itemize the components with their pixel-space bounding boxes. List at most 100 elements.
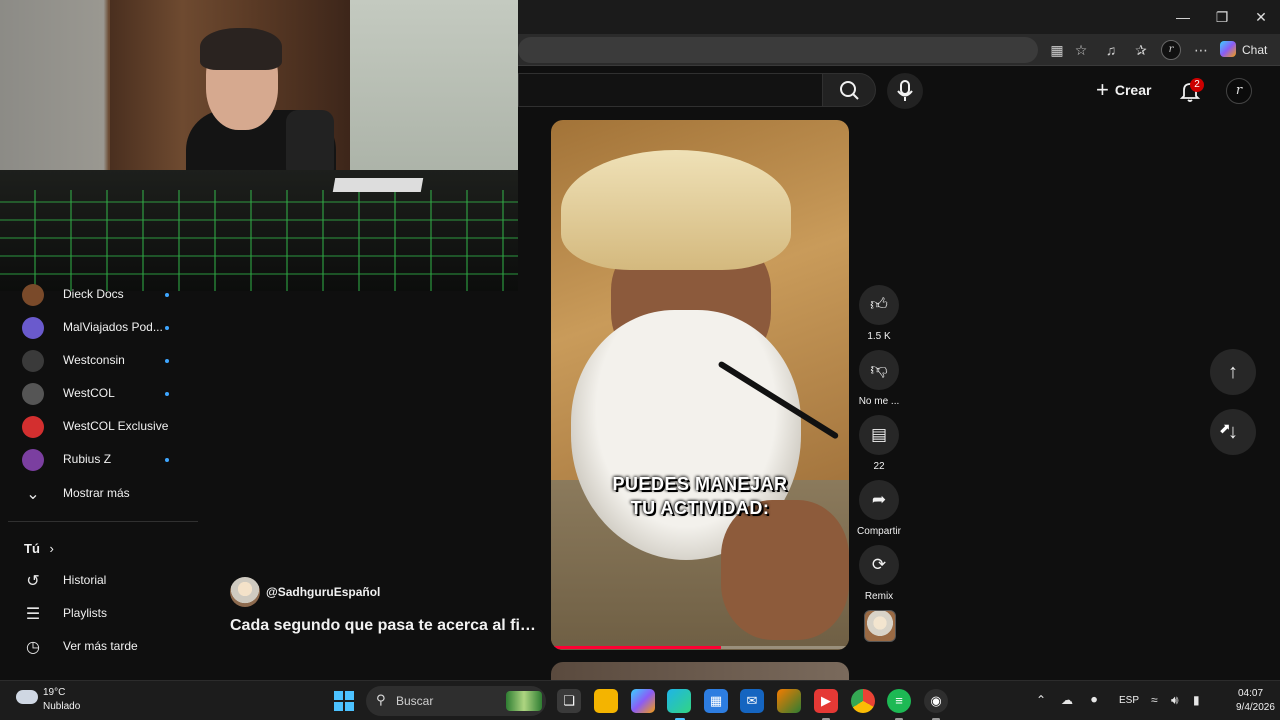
next-short-button[interactable]: ↓ [1210, 409, 1256, 455]
sidebar-item-subscription[interactable]: WestCOL [4, 379, 194, 409]
edge-browser-icon[interactable] [667, 689, 691, 713]
apps-icon[interactable]: ▦ [1047, 40, 1067, 60]
sidebar-item-history[interactable]: ↺ Historial [4, 566, 194, 596]
short-video-player[interactable]: PUEDES MANEJAR TU ACTIVIDAD: [551, 120, 849, 650]
youtube-icon[interactable]: ▶ [814, 689, 838, 713]
microphone-icon[interactable]: ⚫ [1089, 693, 1099, 707]
video-turban [561, 150, 791, 270]
sound-thumbnail[interactable] [864, 610, 896, 642]
browser-profile-avatar[interactable]: r [1161, 40, 1181, 60]
app-icon[interactable] [777, 689, 801, 713]
chevron-up-icon[interactable]: ⌃ [1036, 693, 1046, 707]
microphone-icon [897, 80, 913, 101]
sidebar-item-watch-later[interactable]: ◷ Ver más tarde [4, 632, 194, 662]
file-explorer-icon[interactable] [594, 689, 618, 713]
media-control-icon[interactable]: ♫ [1101, 40, 1121, 60]
clock-date[interactable]: 9/4/2026 [1236, 702, 1275, 713]
sidebar-item-subscription[interactable]: Westconsin [4, 346, 194, 376]
create-button[interactable]: + Crear [1096, 73, 1162, 107]
taskbar: 19°C Nublado ⚲ Buscar ❏ ▦ ✉ ▶ ≡ ◉ ⌃ ☁ ⚫ … [0, 680, 1280, 720]
account-avatar[interactable]: r [1226, 78, 1252, 104]
chevron-right-icon: › [49, 541, 54, 556]
sidebar-item-subscription[interactable]: Rubius Z [4, 445, 194, 475]
caption-line-1: PUEDES MANEJAR [612, 474, 788, 494]
volume-icon[interactable]: 🔊︎ [1171, 693, 1179, 708]
spotify-icon[interactable]: ≡ [887, 689, 911, 713]
battery-icon[interactable]: ▮ [1193, 693, 1200, 707]
next-short-preview[interactable] [551, 662, 849, 680]
arrow-up-icon: ↑ [1228, 361, 1238, 383]
new-content-dot [165, 359, 169, 363]
dislike-button[interactable]: 👎︎ [859, 350, 899, 390]
search-button[interactable] [822, 73, 876, 107]
favorite-star-icon[interactable]: ☆ [1071, 40, 1091, 60]
channel-name[interactable]: @SadhguruEspañol [266, 585, 380, 599]
sidebar-item-subscription[interactable]: MalViajados Pod... [4, 313, 194, 343]
chat-label: Chat [1242, 43, 1268, 57]
close-window-button[interactable]: ✕ [1247, 6, 1275, 28]
share-button[interactable]: ➦ [859, 480, 899, 520]
channel-avatar[interactable] [230, 577, 260, 607]
voice-search-button[interactable] [887, 73, 923, 109]
restore-button[interactable]: ❐ [1208, 6, 1236, 28]
video-progress-bar[interactable] [551, 646, 849, 649]
new-content-dot [165, 293, 169, 297]
thumbs-down-icon: 👎︎ [870, 360, 888, 379]
mail-icon[interactable]: ✉ [740, 689, 764, 713]
comment-icon: ▤ [870, 425, 888, 444]
channel-avatar [22, 416, 44, 438]
short-title[interactable]: Cada segundo que pasa te acerca al fin..… [230, 617, 540, 635]
create-label: Crear [1114, 82, 1152, 98]
start-button[interactable] [334, 691, 354, 711]
search-highlight-image [506, 691, 542, 711]
channel-avatar [22, 350, 44, 372]
comments-count: 22 [873, 461, 885, 472]
share-arrow-icon: ➦ [871, 490, 887, 509]
onedrive-cloud-icon[interactable]: ☁ [1061, 693, 1073, 707]
clock-time[interactable]: 04:07 [1238, 688, 1263, 699]
sidebar-item-label: WestCOL Exclusive [63, 419, 169, 433]
sidebar: Dieck Docs MalViajados Pod... Westconsin… [4, 284, 198, 680]
language-indicator[interactable]: ESP [1119, 695, 1139, 706]
like-button[interactable]: 👍︎ [859, 285, 899, 325]
windows-logo-tile [345, 691, 354, 700]
show-more-label: Mostrar más [63, 486, 130, 500]
chrome-icon[interactable] [851, 689, 875, 713]
cloud-icon[interactable] [16, 690, 38, 704]
webcam-overlay [0, 0, 518, 291]
weather-description[interactable]: Nublado [43, 701, 80, 712]
copilot-app-icon[interactable] [631, 689, 655, 713]
obs-icon[interactable]: ◉ [924, 689, 948, 713]
remix-button[interactable]: ⟳ [859, 545, 899, 585]
microsoft-store-icon[interactable]: ▦ [704, 689, 728, 713]
address-bar[interactable] [518, 37, 1038, 63]
share-label: Compartir [857, 526, 901, 537]
webcam-wall [350, 0, 518, 190]
copilot-chat-button[interactable]: Chat [1220, 40, 1267, 60]
task-view-icon[interactable]: ❏ [557, 689, 581, 713]
video-hand [721, 500, 849, 640]
comments-action: ▤ 22 [852, 415, 906, 472]
favorites-icon[interactable]: ✰ [1131, 40, 1151, 60]
sidebar-item-subscription[interactable]: WestCOL Exclusive [4, 412, 194, 442]
more-options-icon[interactable]: ⋯ [1191, 40, 1211, 60]
sidebar-item-subscription[interactable]: Dieck Docs [4, 280, 194, 310]
sidebar-show-more[interactable]: ⌄ Mostrar más [4, 479, 194, 509]
previous-short-button[interactable]: ↑ [1210, 349, 1256, 395]
minimize-button[interactable]: — [1169, 6, 1197, 28]
webcam-paper [332, 178, 424, 192]
sidebar-item-label: MalViajados Pod... [63, 320, 163, 334]
wifi-icon[interactable]: ≈ [1151, 693, 1158, 707]
video-progress-fill [551, 646, 721, 649]
comments-button[interactable]: ▤ [859, 415, 899, 455]
weather-temperature[interactable]: 19°C [43, 687, 65, 698]
dislike-action: 👎︎ No me ... [852, 350, 906, 407]
notifications-badge: 2 [1190, 78, 1204, 92]
search-input[interactable] [518, 73, 822, 107]
new-content-dot [165, 326, 169, 330]
sidebar-item-playlists[interactable]: ☰ Playlists [4, 599, 194, 629]
screen: — ❐ ✕ ▦ ☆ ♫ ✰ ⋯ r Chat + Crear 2 r Dieck… [0, 0, 1280, 720]
new-content-dot [165, 392, 169, 396]
sidebar-section-you[interactable]: Tú › [24, 541, 54, 556]
new-content-dot [165, 458, 169, 462]
